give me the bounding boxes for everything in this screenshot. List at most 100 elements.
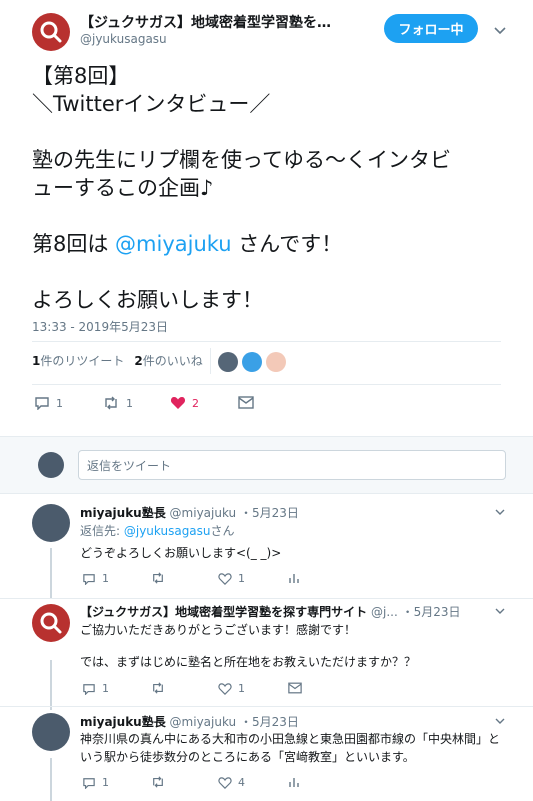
like-count: 4 bbox=[238, 776, 245, 789]
reply-date[interactable]: ・5月23日 bbox=[240, 506, 299, 520]
retweet-icon bbox=[153, 572, 163, 584]
tweet-line: ＼Twitterインタビュー／ bbox=[32, 92, 271, 116]
heart-icon bbox=[218, 776, 232, 789]
retweet-action[interactable] bbox=[150, 682, 166, 694]
reply-handle[interactable]: @miyajuku bbox=[170, 715, 237, 729]
reply-header: miyajuku塾長 @miyajuku ・5月23日 bbox=[80, 504, 299, 521]
like-action[interactable]: 4 bbox=[218, 776, 245, 789]
like-count: 1 bbox=[238, 572, 245, 585]
like-count: 1 bbox=[238, 682, 245, 695]
reply-action[interactable]: 1 bbox=[82, 776, 109, 789]
reply-body: 神奈川県の真ん中にある大和市の小田急線と東急田園都市線の「中央林間」という駅から… bbox=[80, 730, 508, 766]
reply-count: 1 bbox=[102, 776, 109, 789]
tweet-text-prefix: 第8回は bbox=[32, 232, 116, 256]
magnifier-logo-icon bbox=[40, 612, 62, 634]
analytics-action[interactable] bbox=[288, 572, 300, 584]
reply-icon bbox=[83, 683, 95, 695]
tweet-stats: 1件のリツイート 2件のいいね bbox=[32, 352, 203, 369]
divider bbox=[32, 341, 501, 342]
retweet-action[interactable]: 1 bbox=[102, 396, 133, 410]
account-handle[interactable]: @jyukusagasu bbox=[80, 32, 167, 46]
mention-link[interactable]: @miyajuku bbox=[115, 232, 232, 256]
liker-avatar[interactable] bbox=[218, 352, 238, 372]
reply-count: 1 bbox=[56, 396, 63, 410]
like-action[interactable]: 1 bbox=[218, 682, 245, 695]
message-action[interactable] bbox=[288, 682, 302, 694]
tweet-line: 第8回は @miyajuku さんです！ bbox=[32, 230, 512, 258]
tweet-line: 塾の先生にリプ欄を使ってゆる〜くインタビ bbox=[32, 148, 451, 172]
analytics-action[interactable] bbox=[288, 776, 300, 788]
timestamp[interactable]: 13:33 - 2019年5月23日 bbox=[32, 318, 168, 335]
like-action[interactable]: 1 bbox=[218, 572, 245, 585]
reply-icon bbox=[83, 777, 95, 789]
reply-avatar[interactable] bbox=[32, 604, 70, 642]
reply-body: 返信先: @jyukusagasuさん どうぞよろしくお願いします<(_ _)> bbox=[80, 522, 508, 562]
heart-filled-icon bbox=[170, 397, 186, 409]
reply-text: どうぞよろしくお願いします<(_ _)> bbox=[80, 546, 282, 560]
reply-to-label: 返信先: bbox=[80, 524, 124, 538]
reply-text: 神奈川県の真ん中にある大和市の小田急線と東急田園都市線の「中央林間」という駅から… bbox=[80, 732, 501, 764]
retweet-icon bbox=[153, 776, 163, 788]
divider bbox=[0, 598, 533, 599]
reply-date[interactable]: ・5月23日 bbox=[402, 605, 461, 619]
heart-icon bbox=[218, 682, 232, 695]
user-avatar bbox=[38, 452, 64, 478]
divider bbox=[210, 348, 211, 374]
reply-icon bbox=[83, 573, 95, 585]
retweet-icon bbox=[105, 396, 117, 410]
like-action[interactable]: 2 bbox=[170, 396, 199, 410]
retweet-action[interactable] bbox=[150, 776, 166, 788]
reply-to-suffix: さん bbox=[210, 524, 235, 538]
retweet-action[interactable] bbox=[150, 572, 166, 584]
tweet-line: ューするこの企画♪ bbox=[32, 176, 214, 200]
heart-icon bbox=[218, 572, 232, 585]
thread-line bbox=[50, 758, 52, 801]
retweet-stat-label: 件のリツイート bbox=[40, 354, 125, 368]
reply-avatar[interactable] bbox=[32, 504, 70, 542]
reply-count: 1 bbox=[102, 682, 109, 695]
reply-action[interactable]: 1 bbox=[82, 572, 109, 585]
liker-avatar[interactable] bbox=[266, 352, 286, 372]
envelope-icon bbox=[288, 682, 302, 694]
reply-count: 1 bbox=[102, 572, 109, 585]
tweet-line: よろしくお願いします！ bbox=[32, 288, 263, 312]
display-name[interactable]: 【ジュクサガス】地域密着型学習塾を探す専門サイト bbox=[80, 12, 345, 32]
reply-handle[interactable]: @j... bbox=[371, 605, 398, 619]
reply-author[interactable]: miyajuku塾長 bbox=[80, 715, 166, 729]
like-stat-count: 2 bbox=[134, 354, 143, 368]
reply-to-line: 返信先: @jyukusagasuさん bbox=[80, 522, 508, 540]
reply-header: miyajuku塾長 @miyajuku ・5月23日 bbox=[80, 713, 299, 730]
reply-author[interactable]: miyajuku塾長 bbox=[80, 506, 166, 520]
retweet-stat[interactable]: 1件のリツイート bbox=[32, 352, 124, 369]
chevron-down-icon[interactable] bbox=[494, 506, 506, 518]
chevron-down-icon[interactable] bbox=[492, 22, 508, 38]
reply-action[interactable]: 1 bbox=[34, 396, 63, 410]
tweet-text: 【第8回】 ＼Twitterインタビュー／ 塾の先生にリプ欄を使ってゆる〜くイン… bbox=[32, 62, 512, 314]
reply-header: 【ジュクサガス】地域密着型学習塾を探す専門サイト @j... ・5月23日 bbox=[80, 603, 480, 620]
reply-author[interactable]: 【ジュクサガス】地域密着型学習塾を探す専門サイト bbox=[80, 605, 367, 619]
envelope-icon bbox=[238, 396, 254, 409]
like-count: 2 bbox=[192, 396, 199, 410]
analytics-icon bbox=[289, 778, 299, 787]
reply-avatar[interactable] bbox=[32, 713, 70, 751]
reply-action[interactable]: 1 bbox=[82, 682, 109, 695]
chevron-down-icon[interactable] bbox=[494, 715, 506, 727]
retweet-count: 1 bbox=[126, 396, 133, 410]
message-action[interactable] bbox=[238, 396, 254, 409]
chevron-down-icon[interactable] bbox=[494, 605, 506, 617]
thread-line bbox=[50, 660, 52, 710]
liker-avatar[interactable] bbox=[242, 352, 262, 372]
analytics-icon bbox=[289, 574, 299, 583]
reply-icon bbox=[35, 397, 49, 410]
like-stat[interactable]: 2件のいいね bbox=[134, 352, 202, 369]
reply-handle[interactable]: @miyajuku bbox=[170, 506, 237, 520]
mention-link[interactable]: @jyukusagasu bbox=[124, 524, 211, 538]
following-button[interactable]: フォロー中 bbox=[384, 14, 478, 43]
retweet-icon bbox=[153, 682, 163, 694]
reply-text: では、まずはじめに塾名と所在地をお教えいただけますか？？ bbox=[80, 655, 417, 669]
reply-input[interactable]: 返信をツイート bbox=[78, 450, 506, 480]
account-avatar[interactable] bbox=[32, 13, 70, 51]
tweet-text-suffix: さんです！ bbox=[231, 232, 343, 256]
reply-date[interactable]: ・5月23日 bbox=[240, 715, 299, 729]
magnifier-logo-icon bbox=[40, 21, 62, 43]
